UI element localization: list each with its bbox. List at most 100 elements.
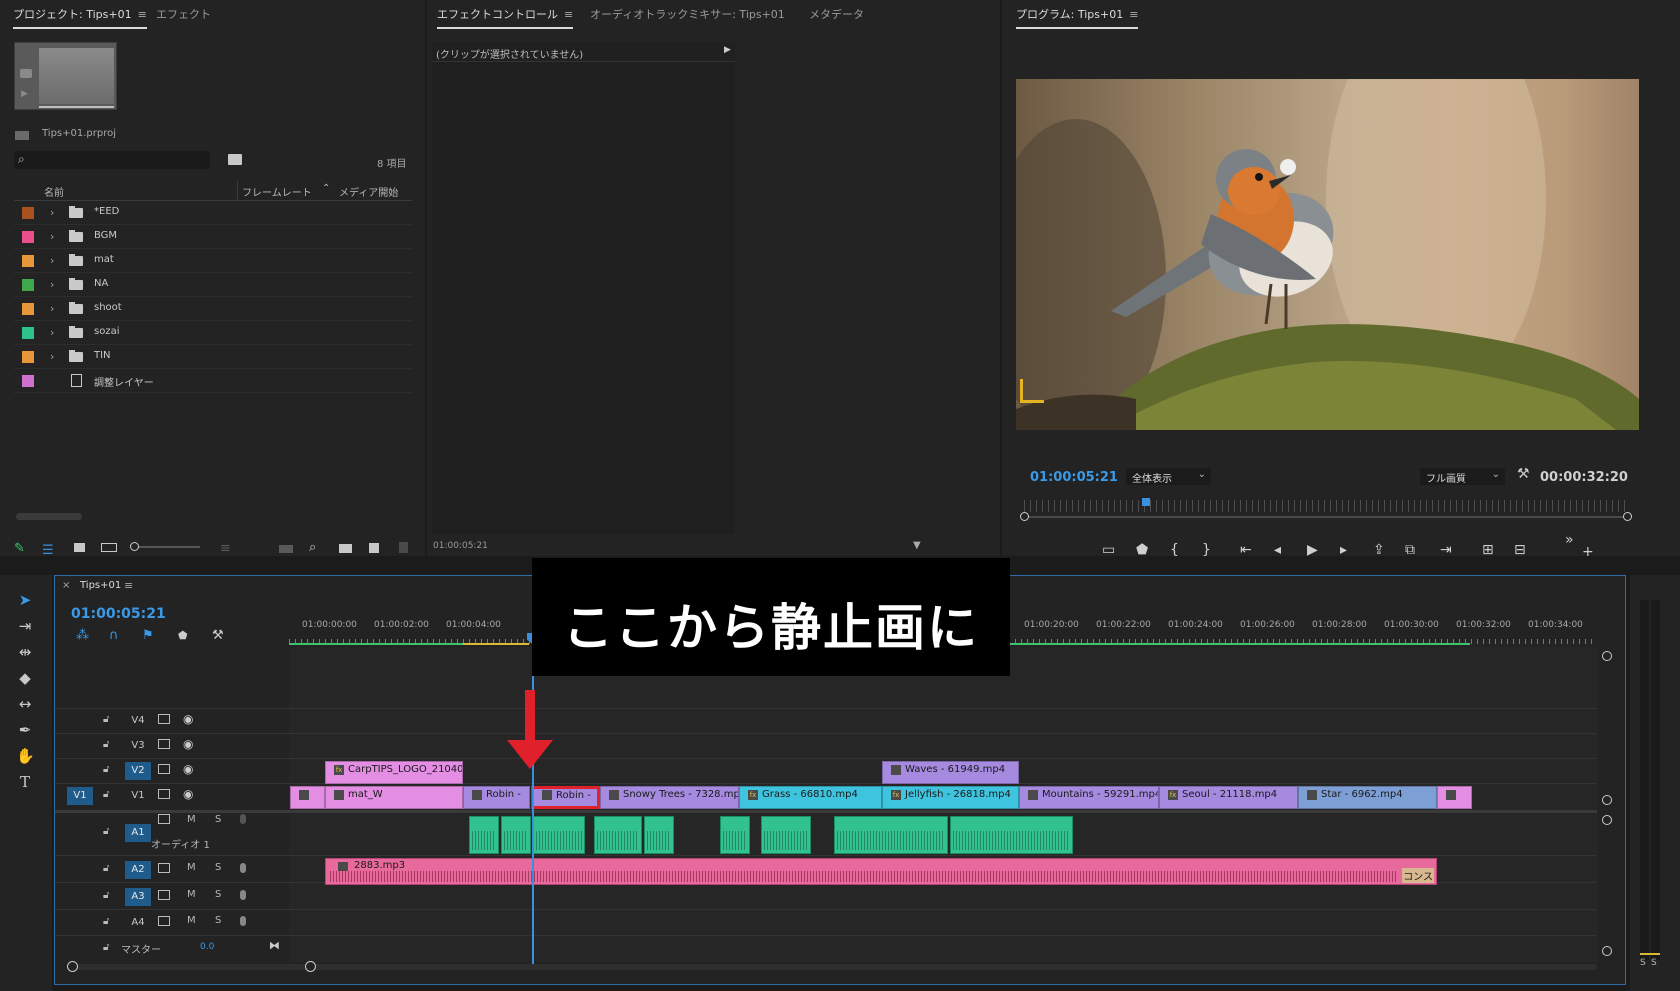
sync-lock-icon[interactable]	[158, 863, 170, 873]
audio-clip[interactable]	[469, 816, 499, 854]
tab-project[interactable]: プロジェクト: Tips+01 ≡	[13, 6, 147, 29]
sync-lock-icon[interactable]	[158, 739, 170, 749]
add-marker-icon[interactable]: ⬟	[1136, 542, 1148, 558]
lock-icon[interactable]: 🔓︎	[103, 826, 109, 837]
list-item[interactable]: › *EED	[14, 201, 412, 225]
sync-lock-icon[interactable]	[158, 714, 170, 724]
tab-effects-browser[interactable]: エフェクト	[156, 6, 211, 22]
tab-metadata[interactable]: メタデータ	[809, 6, 864, 22]
sync-lock-icon[interactable]	[158, 890, 170, 900]
track-header-v1[interactable]: V1 🔓︎ V1 ◉	[55, 784, 290, 808]
lock-icon[interactable]: 🔓︎	[103, 739, 109, 750]
zoom-slider-handle[interactable]	[130, 542, 139, 551]
microphone-icon[interactable]	[240, 916, 246, 926]
clip-logo[interactable]: fx CarpTIPS_LOGO_21040	[325, 761, 463, 784]
automate-icon[interactable]	[279, 545, 293, 553]
sync-lock-icon[interactable]	[158, 814, 170, 824]
eye-icon[interactable]: ◉	[183, 787, 193, 801]
chevron-right-icon[interactable]: ›	[50, 302, 54, 315]
new-bin-icon[interactable]	[228, 154, 242, 165]
pen-tool-icon[interactable]: ✒	[16, 721, 34, 739]
snap-icon[interactable]: ∩	[109, 628, 119, 643]
program-playhead[interactable]	[1142, 498, 1150, 506]
clip-robin-2-selected[interactable]: Robin -	[531, 786, 600, 809]
linked-selection-icon[interactable]: ⚑	[142, 628, 154, 643]
add-marker-icon[interactable]: ⬟	[178, 629, 188, 642]
go-to-in-icon[interactable]: ⇤	[1240, 542, 1252, 558]
solo-button[interactable]: S	[215, 814, 221, 825]
chevron-right-icon[interactable]: ›	[50, 206, 54, 219]
microphone-icon[interactable]	[240, 890, 246, 900]
list-view-icon[interactable]: ☰	[42, 543, 54, 558]
selection-tool-icon[interactable]: ➤	[16, 591, 34, 609]
track-label[interactable]: A1	[125, 824, 151, 842]
button-editor-icon[interactable]: +	[1582, 544, 1594, 560]
clip-adjust-end[interactable]	[1437, 786, 1472, 809]
panel-menu-icon[interactable]: ≡	[1129, 8, 1138, 21]
track-label[interactable]: V1	[125, 787, 151, 805]
list-item[interactable]: 調整レイヤー	[14, 369, 412, 393]
clip-adjust-1[interactable]	[290, 786, 325, 809]
clip-grass[interactable]: fx Grass - 66810.mp4	[739, 786, 882, 809]
audio-clip[interactable]	[501, 816, 531, 854]
filter-icon[interactable]: ▼	[913, 540, 921, 551]
zoom-select[interactable]: 全体表示 ⌄	[1126, 468, 1211, 485]
go-to-out-icon[interactable]: ⇥	[1440, 542, 1452, 558]
audio-clip[interactable]	[533, 816, 585, 854]
wrench-icon[interactable]: ⚒	[1517, 466, 1530, 482]
comparison-view-icon[interactable]: ⊞	[1482, 542, 1494, 558]
audio-clip[interactable]	[834, 816, 948, 854]
clip-seoul[interactable]: fx Seoul - 21118.mp4	[1159, 786, 1298, 809]
find-icon[interactable]: ⌕	[309, 540, 316, 555]
sort-icon[interactable]: ≡	[220, 541, 231, 556]
track-header-a4[interactable]: 🔓︎ A4 M S	[55, 911, 290, 935]
chevron-right-icon[interactable]: ›	[50, 254, 54, 267]
clip-snowy-trees[interactable]: Snowy Trees - 7328.mp4	[600, 786, 739, 809]
audio-clip-bgm[interactable]: 2883.mp3 コンス	[325, 858, 1437, 885]
track-header-master[interactable]: 🔓︎ マスター 0.0 ⧓	[55, 937, 290, 961]
source-patch-v1[interactable]: V1	[67, 787, 93, 805]
step-forward-icon[interactable]: ▸	[1340, 542, 1347, 558]
clip-mat[interactable]: mat_W	[325, 786, 463, 809]
new-item-icon[interactable]	[369, 543, 379, 553]
track-label[interactable]: A2	[125, 861, 151, 879]
mute-button[interactable]: M	[187, 862, 196, 873]
quality-select[interactable]: フル画質 ⌄	[1420, 468, 1505, 485]
list-item[interactable]: › NA	[14, 273, 412, 297]
multicam-icon[interactable]: ⊟	[1514, 542, 1526, 558]
mark-out-icon[interactable]: }	[1202, 542, 1211, 558]
col-media-start[interactable]: メディア開始	[339, 184, 398, 199]
track-header-a2[interactable]: 🔓︎ A2 M S	[55, 858, 290, 882]
clip-robin-1[interactable]: Robin -	[463, 786, 530, 809]
list-item[interactable]: › sozai	[14, 321, 412, 345]
chevron-right-icon[interactable]: ›	[50, 350, 54, 363]
mute-button[interactable]: M	[187, 889, 196, 900]
horizontal-scrollbar[interactable]	[67, 961, 1597, 972]
sync-lock-icon[interactable]	[158, 764, 170, 774]
vertical-scroll-bottom-handle[interactable]	[1602, 946, 1612, 956]
list-item[interactable]: › BGM	[14, 225, 412, 249]
lock-icon[interactable]: 🔓︎	[103, 942, 109, 953]
eye-icon[interactable]: ◉	[183, 712, 193, 726]
zoom-bar-start-handle[interactable]	[1020, 512, 1029, 521]
vertical-scroll-mid-handle[interactable]	[1602, 795, 1612, 805]
program-time-ruler[interactable]	[1024, 500, 1628, 512]
mute-button[interactable]: M	[187, 915, 196, 926]
audio-clip[interactable]	[761, 816, 811, 854]
zoom-slider[interactable]	[130, 542, 200, 551]
track-header-v2[interactable]: 🔓︎ V2 ◉	[55, 759, 290, 783]
solo-right-button[interactable]: S	[1651, 958, 1657, 968]
lock-icon[interactable]: 🔓︎	[103, 863, 109, 874]
microphone-icon[interactable]	[240, 814, 246, 824]
zoom-bar-end-handle[interactable]	[1623, 512, 1632, 521]
play-triangle-icon[interactable]: ▶	[724, 45, 731, 55]
sync-lock-icon[interactable]	[158, 789, 170, 799]
eye-icon[interactable]: ◉	[183, 737, 193, 751]
chevron-right-icon[interactable]: ›	[50, 230, 54, 243]
tab-program[interactable]: プログラム: Tips+01 ≡	[1016, 6, 1139, 29]
hscroll-start-handle[interactable]	[67, 961, 78, 972]
lock-icon[interactable]: 🔓︎	[103, 916, 109, 927]
audio-clip[interactable]	[594, 816, 642, 854]
lift-icon[interactable]: ⇪	[1373, 542, 1385, 558]
program-zoom-bar[interactable]	[1020, 512, 1632, 521]
